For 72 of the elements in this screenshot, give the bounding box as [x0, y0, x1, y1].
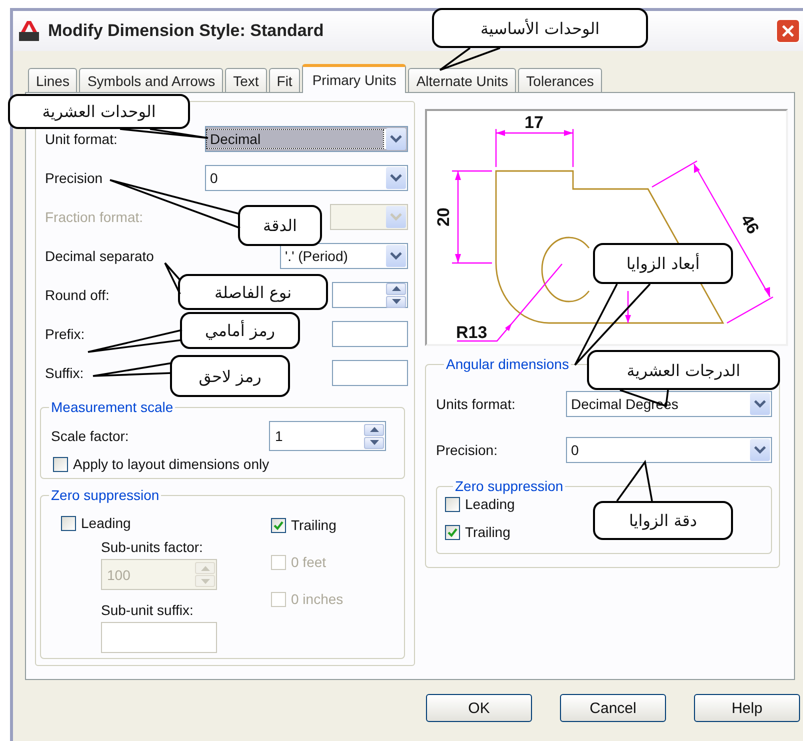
checkbox[interactable] [271, 518, 286, 532]
field-label: Scale factor: [51, 428, 129, 444]
close-button[interactable] [776, 19, 800, 43]
app-icon [18, 20, 40, 42]
dialog-button[interactable]: OK [426, 694, 532, 722]
dropdown[interactable]: Decimal [205, 126, 408, 152]
dialog-button[interactable]: Cancel [560, 694, 666, 722]
callout: الوحدات الأساسية [432, 8, 648, 48]
leader-line [616, 460, 653, 502]
dropdown[interactable]: 0 [566, 437, 772, 463]
chevron-icon [386, 206, 406, 228]
callout: الدرجات العشرية [587, 350, 780, 390]
callout: الوحدات العشرية [8, 94, 190, 129]
spinner-field[interactable] [332, 282, 408, 308]
checkbox-label: Apply to layout dimensions only [73, 456, 270, 472]
group-title: Zero suppression [50, 487, 160, 503]
group-title: Measurement scale [50, 399, 174, 415]
tab[interactable]: Fit [268, 68, 300, 92]
checkbox[interactable] [445, 496, 460, 512]
field-label: Fraction format: [45, 209, 144, 225]
close-icon [781, 24, 795, 38]
group-title: Zero suppression [454, 478, 564, 494]
field-label: Precision: [436, 442, 498, 458]
chevron-icon [386, 128, 406, 150]
chevron-icon [750, 439, 770, 461]
checkbox-label: Trailing [291, 517, 336, 533]
input-field[interactable] [332, 360, 408, 386]
tab[interactable]: Primary Units [302, 64, 406, 93]
dimension-label: 20 [434, 208, 453, 226]
field-label: Prefix: [45, 326, 85, 342]
dimension-label: 46 [736, 211, 763, 238]
tab[interactable]: Symbols and Arrows [79, 68, 224, 92]
field-label: Round off: [45, 287, 110, 303]
field-label: Units format: [436, 396, 516, 412]
tab[interactable]: Text [225, 68, 267, 92]
dimension-label: R13 [456, 323, 488, 342]
field-label: Sub-unit suffix: [101, 602, 194, 618]
field-label: Precision [45, 170, 103, 186]
checkbox-label: Trailing [465, 524, 510, 540]
tab[interactable]: Alternate Units [408, 68, 516, 92]
field-label: Unit format: [45, 131, 118, 147]
checkbox[interactable] [445, 524, 460, 540]
callout: الدقة [238, 205, 322, 246]
dropdown[interactable]: '.' (Period) [280, 243, 408, 269]
input-field[interactable] [332, 321, 408, 347]
dialog-button[interactable]: Help [694, 694, 800, 722]
tab[interactable]: Tolerances [518, 68, 602, 92]
dimension-label: 17 [524, 113, 544, 132]
checkbox-label: 0 inches [291, 591, 344, 607]
field-label: Decimal separato [45, 248, 154, 264]
dropdown[interactable]: 0 [205, 165, 408, 191]
callout: دقة الزوايا [593, 501, 733, 540]
chevron-icon [750, 393, 770, 415]
callout: أبعاد الزوايا [593, 243, 733, 284]
leader-line [439, 47, 500, 71]
checkbox-label: Leading [465, 496, 515, 512]
spinner-field[interactable]: 1 [269, 421, 386, 451]
checkbox-label: 0 feet [291, 554, 326, 570]
field-label: Sub-units factor: [101, 539, 203, 555]
checkbox-label: Leading [81, 515, 131, 531]
field-label: Suffix: [45, 365, 84, 381]
leader-line [164, 262, 181, 294]
group-title: Angular dimensions [445, 356, 570, 372]
checkbox[interactable] [53, 456, 68, 472]
callout: رمز لاحق [170, 355, 290, 397]
callout: نوع الفاصلة [178, 274, 328, 310]
callout: رمز أمامي [180, 312, 300, 349]
checkbox[interactable] [61, 516, 76, 530]
tab[interactable]: Lines [28, 68, 78, 92]
chevron-icon [386, 245, 406, 267]
chevron-icon [386, 167, 406, 189]
window-title: Modify Dimension Style: Standard [48, 21, 324, 41]
